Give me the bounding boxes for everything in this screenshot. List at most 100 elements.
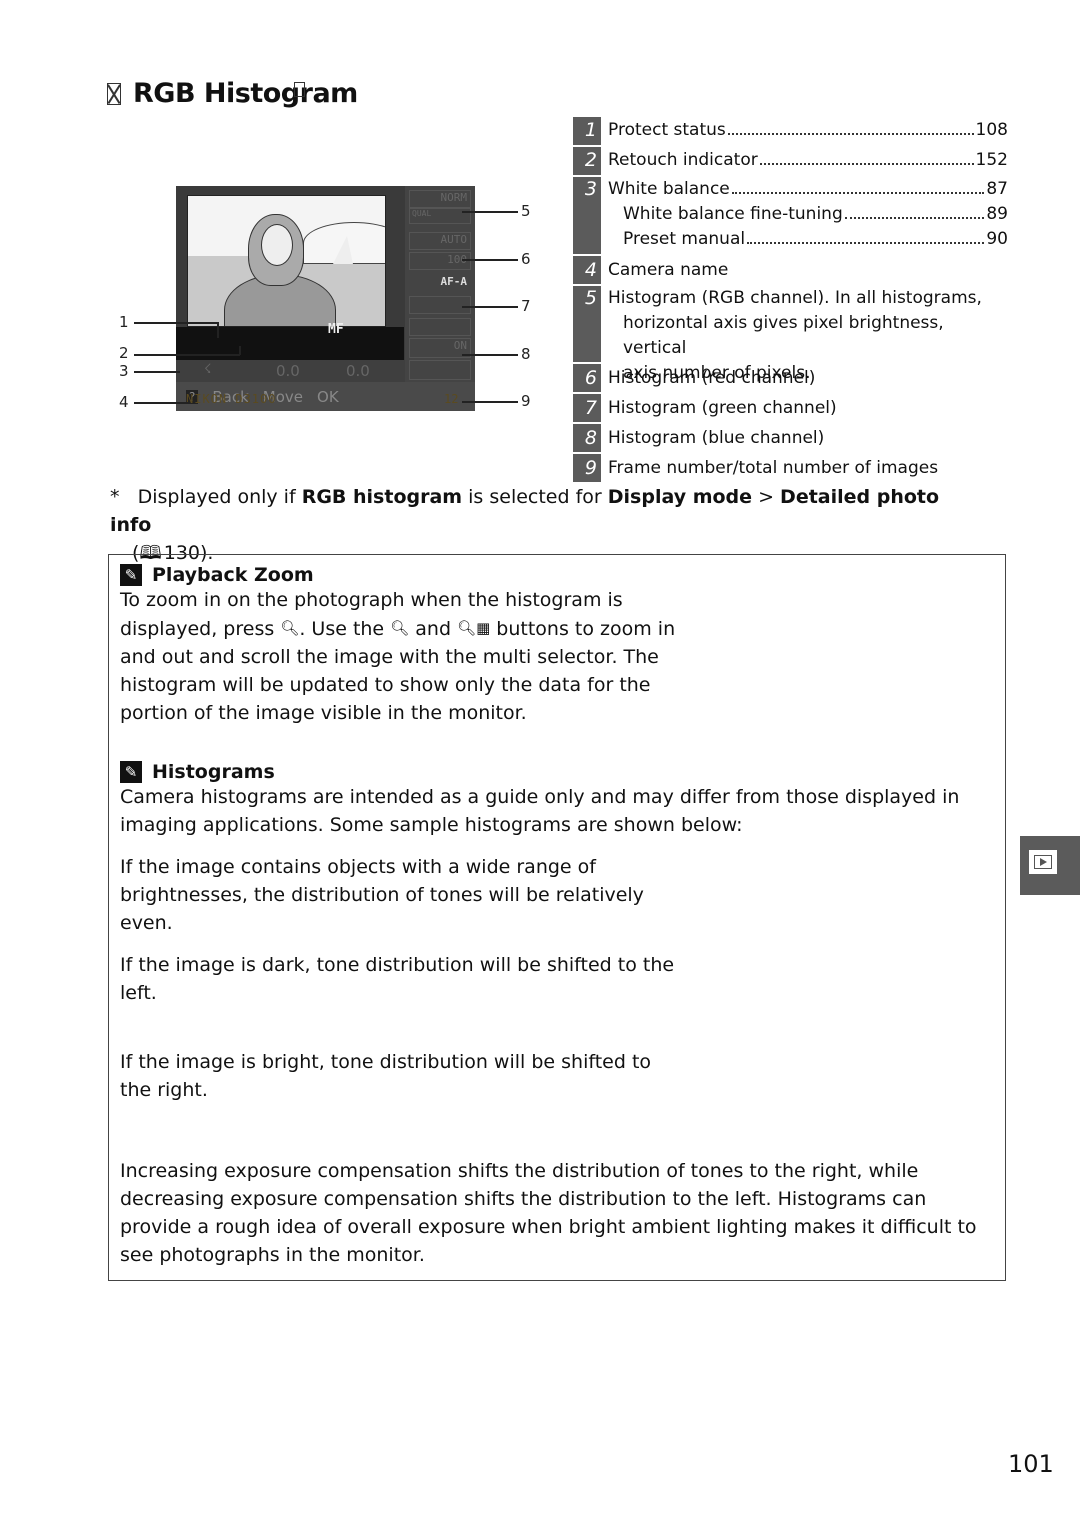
zoom-in-icon: 🔍︎ <box>280 619 300 637</box>
footnote-text: Displayed only if <box>137 486 302 508</box>
tip-body: To zoom in on the photograph when the hi… <box>120 586 720 727</box>
page-title: RGB Histogram <box>107 78 358 109</box>
page-reference-link[interactable]: 108 <box>976 117 1008 143</box>
tip-line: To zoom in on the photograph when the hi… <box>120 589 623 611</box>
legend-number: 5 <box>573 286 601 364</box>
legend-label: Histogram (blue channel) <box>608 428 825 448</box>
pencil-icon: ✎ <box>120 761 142 783</box>
legend-sublabel: Preset manual <box>623 229 746 249</box>
callout-2: 2 <box>119 344 129 362</box>
ok-hint: OK <box>317 387 339 406</box>
legend-label: Frame number/total number of images <box>608 458 939 478</box>
tip-line: Camera histograms are intended as a guid… <box>120 786 960 808</box>
tip-line: brightnesses, the distribution of tones … <box>120 884 644 906</box>
callout-3: 3 <box>119 362 129 380</box>
zoom-out-thumbnail-icon: 🔍︎▦ <box>457 619 491 637</box>
playback-section-tab[interactable] <box>1020 836 1080 895</box>
pencil-icon: ✎ <box>120 564 142 586</box>
histograms-tip: ✎ Histograms Camera histograms are inten… <box>120 761 990 1269</box>
legend-item: 2 Retouch indicator 152 <box>573 147 1008 177</box>
legend-item: 6 Histogram (red channel) <box>573 364 1008 394</box>
tip-line: If the image is dark, tone distribution … <box>120 954 675 976</box>
legend-item: 5 Histogram (RGB channel). In all histog… <box>573 286 1008 383</box>
callout-7: 7 <box>521 297 531 315</box>
missing-glyph-icon <box>107 82 121 105</box>
camera-name: NIKON D3100 <box>186 392 277 406</box>
legend-number: 6 <box>573 364 601 394</box>
footnote-separator: > <box>752 486 781 508</box>
zoom-in-icon: 🔍︎ <box>390 619 410 637</box>
legend-number: 7 <box>573 394 601 424</box>
histogram-dark-example: If the image is dark, tone distribution … <box>120 951 990 1007</box>
af-mode: AF-A <box>409 274 471 294</box>
tip-line: displayed, press 🔍︎. Use the 🔍︎ and 🔍︎▦ … <box>120 614 720 643</box>
tip-line: even. <box>120 912 173 934</box>
footnote-text: is selected for <box>462 486 608 508</box>
sample-photo <box>187 195 386 327</box>
page-title-text: RGB Histogram <box>133 78 358 109</box>
tip-line: left. <box>120 982 157 1004</box>
sailboat-icon <box>333 236 353 264</box>
tip-line: If the image is bright, tone distributio… <box>120 1051 652 1073</box>
quality-value: NORM <box>409 190 471 208</box>
menu-option: RGB histogram <box>301 486 463 508</box>
legend-label: Histogram (red channel) <box>608 368 816 388</box>
legend-number: 2 <box>573 147 601 177</box>
tip-text: . Use the <box>299 618 391 640</box>
legend-number: 4 <box>573 256 601 286</box>
tip-heading: Playback Zoom <box>152 564 314 586</box>
legend-sublabel: White balance fine-tuning <box>623 204 843 224</box>
playback-zoom-tip: ✎ Playback Zoom To zoom in on the photog… <box>120 564 720 727</box>
legend-item: 4 Camera name <box>573 256 1008 286</box>
tip-line: If the image contains objects with a wid… <box>120 856 596 878</box>
flash-comp-value: 0.0 <box>276 362 300 380</box>
page-reference-link[interactable]: 89 <box>986 202 1008 227</box>
tip-heading: Histograms <box>152 761 275 783</box>
camera-monitor-illustration: MF NORM QUAL AUTO 100 AF-A ON 0.0 0.0 ☇ … <box>176 186 475 411</box>
legend-item: 8 Histogram (blue channel) <box>573 424 1008 454</box>
page-reference-link[interactable]: 152 <box>976 147 1008 173</box>
page-reference-link[interactable]: 87 <box>986 177 1008 202</box>
tip-text: displayed, press <box>120 618 281 640</box>
flash-icon: ☇ <box>204 362 212 377</box>
histogram-even-example: If the image contains objects with a wid… <box>120 853 990 937</box>
tip-line: portion of the image visible in the moni… <box>120 702 527 724</box>
exposure-comp-note: Increasing exposure compensation shifts … <box>120 1157 990 1269</box>
shooting-info-panel: NORM QUAL AUTO 100 AF-A ON <box>405 186 475 382</box>
metering-icon <box>409 318 471 336</box>
page-reference-link[interactable]: 90 <box>986 227 1008 252</box>
tip-line: imaging applications. Some sample histog… <box>120 814 743 836</box>
tip-line: decreasing exposure compensation shifts … <box>120 1188 927 1210</box>
legend-item: 3 White balance 87 White balance fine-tun… <box>573 177 1008 256</box>
focus-mode: MF <box>328 322 344 337</box>
missing-glyph-icon <box>294 82 305 97</box>
legend-label: Camera name <box>608 260 729 280</box>
legend-item: 7 Histogram (green channel) <box>573 394 1008 424</box>
legend-label: Histogram (RGB channel). In all histogra… <box>608 288 982 308</box>
callout-4: 4 <box>119 393 129 411</box>
menu-name: Display mode <box>607 486 753 508</box>
tip-line: provide a rough idea of overall exposure… <box>120 1216 977 1238</box>
legend-item: 1 Protect status 108 <box>573 117 1008 147</box>
exposure-info-row: 0.0 0.0 ☇ <box>176 360 405 382</box>
legend-number: 8 <box>573 424 601 454</box>
tip-line: histogram will be updated to show only t… <box>120 674 651 696</box>
movie-setting-icon <box>409 360 471 380</box>
legend-label: Histogram (green channel) <box>608 398 837 418</box>
legend-number: 1 <box>573 117 601 147</box>
tip-line: and out and scroll the image with the mu… <box>120 646 659 668</box>
tip-text: and <box>409 618 458 640</box>
legend-label-cont: horizontal axis gives pixel brightness, … <box>623 313 944 358</box>
tips-box: ✎ Playback Zoom To zoom in on the photog… <box>108 554 1006 1281</box>
legend-number: 9 <box>573 454 601 484</box>
tip-line: Increasing exposure compensation shifts … <box>120 1160 919 1182</box>
legend-label: Retouch indicator <box>608 150 758 170</box>
exp-comp-value: 0.0 <box>346 362 370 380</box>
tip-line: see photographs in the monitor. <box>120 1244 425 1266</box>
histogram-bright-example: If the image is bright, tone distributio… <box>120 1048 990 1104</box>
frame-number: 12 <box>444 392 459 406</box>
callout-9: 9 <box>521 392 531 410</box>
playback-icon <box>1034 855 1052 869</box>
callout-5: 5 <box>521 202 531 220</box>
callout-6: 6 <box>521 250 531 268</box>
